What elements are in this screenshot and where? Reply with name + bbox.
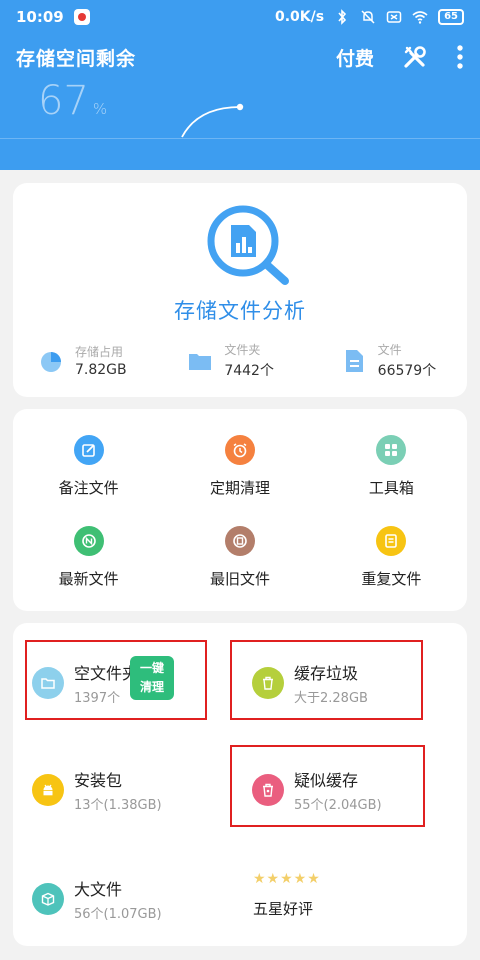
tool-newest-files[interactable]: 最新文件 — [13, 526, 164, 589]
wifi-icon — [412, 11, 428, 24]
header: 10:09 0.0K/s 65 存储空间剩余 付费 67% — [0, 0, 480, 170]
android-icon — [32, 774, 64, 806]
network-speed: 0.0K/s — [274, 9, 325, 25]
pay-button[interactable]: 付费 — [336, 44, 374, 71]
highlight-box-empty-folders — [25, 640, 207, 720]
file-icon — [345, 349, 363, 372]
tool-notes-files[interactable]: 备注文件 — [13, 435, 164, 498]
box-icon — [32, 883, 64, 915]
storage-analysis-card[interactable]: 存储文件分析 存储占用 7.82GB 文件夹 7442个 文件 66579个 — [13, 183, 467, 397]
tool-scheduled-clean[interactable]: 定期清理 — [164, 435, 315, 498]
cleanup-large-files[interactable]: 大文件 56个(1.07GB) — [32, 876, 162, 922]
notification-app-icon — [73, 9, 90, 25]
sim-disabled-icon — [386, 11, 402, 23]
highlight-box-cache-junk — [230, 640, 423, 720]
storage-search-icon — [207, 205, 289, 285]
stat-storage-usage: 存储占用 7.82GB — [13, 341, 164, 380]
pie-chart-icon — [41, 351, 61, 372]
storage-analysis-title[interactable]: 存储文件分析 — [13, 295, 467, 325]
new-badge-icon — [73, 526, 104, 556]
tool-duplicate-files[interactable]: 重复文件 — [316, 526, 467, 589]
status-time: 10:09 — [16, 8, 64, 26]
duplicate-doc-icon — [376, 526, 407, 556]
header-divider — [0, 138, 480, 139]
highlight-box-suspected-cache — [230, 745, 425, 827]
storage-percent: 67% — [38, 78, 108, 124]
folder-icon — [189, 353, 212, 370]
cleanup-install-packages[interactable]: 安装包 13个(1.38GB) — [32, 767, 162, 813]
battery-indicator: 65 — [438, 9, 464, 25]
page-title: 存储空间剩余 — [16, 47, 137, 70]
five-star-rating-button[interactable]: 五星好评 — [253, 898, 313, 919]
tool-oldest-files[interactable]: 最旧文件 — [164, 526, 315, 589]
rating-stars: ★★★★★ — [253, 871, 321, 887]
stat-folders: 文件夹 7442个 — [164, 341, 313, 380]
storage-stats: 存储占用 7.82GB 文件夹 7442个 文件 66579个 — [13, 341, 467, 380]
alarm-clock-icon — [224, 435, 255, 465]
status-bar: 10:09 0.0K/s 65 — [0, 0, 480, 34]
stat-files: 文件 66579个 — [314, 341, 467, 380]
more-menu-icon[interactable] — [456, 44, 464, 70]
tools-grid-card: 备注文件 定期清理 工具箱 最新文件 最旧文件 重复文件 — [13, 409, 467, 611]
toolbox-grid-icon — [376, 435, 407, 465]
mute-bell-icon — [361, 10, 375, 24]
tools-icon[interactable] — [402, 44, 428, 70]
edit-note-icon — [73, 435, 104, 465]
bluetooth-icon — [338, 9, 347, 25]
tool-toolbox[interactable]: 工具箱 — [316, 435, 467, 498]
old-badge-icon — [224, 526, 255, 556]
